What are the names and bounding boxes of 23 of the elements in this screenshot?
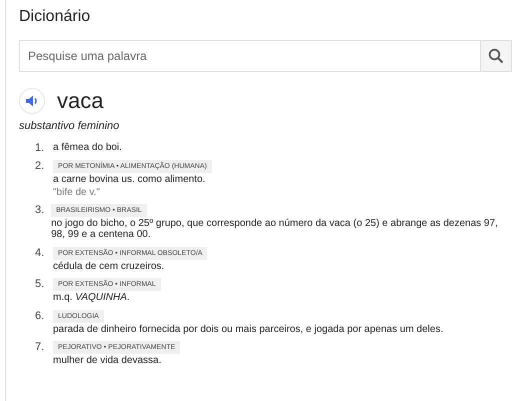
sense-number: 1.	[35, 142, 46, 154]
search-icon	[488, 48, 504, 64]
sense-number: 4.	[35, 246, 46, 260]
definition-text: m.q. VAQUINHA.	[53, 292, 130, 304]
headword: vaca	[57, 88, 104, 114]
pronunciation-button[interactable]	[19, 88, 45, 114]
sense-number: 2.	[35, 160, 46, 174]
part-of-speech: substantivo feminino	[19, 120, 120, 132]
sense-number: 7.	[35, 341, 46, 355]
definition-text: cédula de cem cruzeiros.	[53, 260, 164, 272]
search-button[interactable]	[480, 40, 512, 72]
sense-number: 5.	[35, 278, 46, 292]
definition-text: parada de dinheiro fornecida por dois ou mais parceiros, e jogada por apenas um deles.	[53, 324, 444, 335]
sense-number: 6.	[35, 310, 46, 324]
example-text: "bife de v."	[53, 186, 100, 198]
search-field[interactable]: Pesquise uma palavra	[19, 40, 480, 72]
definition-text: no jogo do bicho, o 25º grupo, que corresponde ao número da vaca (o 25) e abrange as dezenas 97, 98, 99 e a centena 00.	[51, 218, 499, 240]
definition-text: a fêmea do boi.	[53, 142, 122, 154]
definition-text: a carne bovina us. como alimento.	[53, 174, 206, 186]
speaker-icon	[26, 95, 38, 107]
definition-text: mulher de vida devassa.	[53, 355, 162, 366]
dictionary-title: Dicionário	[19, 8, 92, 26]
sense-number: 3.	[35, 204, 46, 218]
